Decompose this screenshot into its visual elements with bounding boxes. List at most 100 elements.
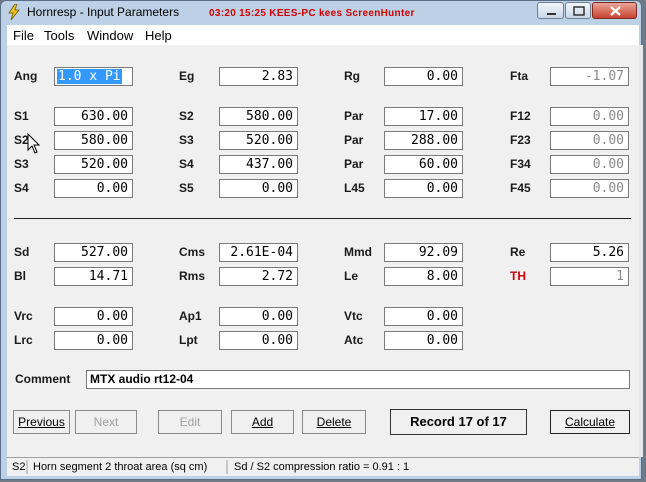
param-field-ap1[interactable]: 0.00 [219, 307, 298, 326]
param-field-s1[interactable]: 630.00 [54, 107, 133, 126]
param-field-th[interactable]: 1 [550, 267, 629, 286]
delete-button[interactable]: Delete [302, 410, 366, 434]
close-icon [610, 6, 621, 16]
param-label-rg: Rg [344, 69, 360, 83]
param-label-atc: Atc [344, 333, 364, 347]
param-field-s3[interactable]: 520.00 [54, 155, 133, 174]
param-field-par[interactable]: 60.00 [384, 155, 463, 174]
param-label-par: Par [344, 157, 364, 171]
param-label-f23: F23 [510, 133, 531, 147]
menu-window[interactable]: Window [87, 28, 133, 43]
param-label-s3: S3 [179, 133, 194, 147]
param-field-eg[interactable]: 2.83 [219, 67, 298, 86]
param-field-rms[interactable]: 2.72 [219, 267, 298, 286]
param-label-re: Re [510, 245, 526, 259]
comment-field[interactable]: MTX audio rt12-04 [86, 370, 630, 389]
record-indicator: Record 17 of 17 [390, 409, 527, 435]
param-field-ang[interactable]: 1.0 x Pi [54, 67, 133, 86]
param-label-bl: Bl [14, 269, 26, 283]
param-label-le: Le [344, 269, 359, 283]
main-window: Hornresp - Input Parameters 03:20 15:25 … [0, 0, 643, 480]
param-field-sd[interactable]: 527.00 [54, 243, 133, 262]
minimize-icon [547, 13, 556, 15]
calculate-button[interactable]: Calculate [550, 410, 630, 434]
maximize-button[interactable] [565, 2, 591, 19]
calculate-label: Calculate [564, 415, 616, 429]
param-label-rms: Rms [179, 269, 206, 283]
param-field-s3[interactable]: 520.00 [219, 131, 298, 150]
param-field-f23[interactable]: 0.00 [550, 131, 629, 150]
param-field-vtc[interactable]: 0.00 [384, 307, 463, 326]
next-label: Next [93, 415, 119, 429]
param-label-eg: Eg [179, 69, 195, 83]
param-field-vrc[interactable]: 0.00 [54, 307, 133, 326]
param-label-s1: S1 [14, 109, 29, 123]
param-field-lpt[interactable]: 0.00 [219, 331, 298, 350]
menu-tools[interactable]: Tools [44, 28, 74, 43]
param-label-cms: Cms [179, 245, 206, 259]
param-label-par: Par [344, 133, 364, 147]
menu-help[interactable]: Help [145, 28, 172, 43]
menu-bar: File Tools Window Help [7, 25, 639, 45]
screen-capture-overlay-text: 03:20 15:25 KEES-PC kees ScreenHunter [209, 8, 415, 19]
param-field-fta[interactable]: -1.07 [550, 67, 629, 86]
status-field-name: S2 [12, 461, 26, 473]
param-field-mmd[interactable]: 92.09 [384, 243, 463, 262]
param-label-ang: Ang [14, 69, 38, 83]
param-field-s2[interactable]: 580.00 [54, 131, 133, 150]
param-field-re[interactable]: 5.26 [550, 243, 629, 262]
menu-file[interactable]: File [13, 28, 34, 43]
section-divider [14, 218, 631, 219]
comment-label: Comment [15, 372, 71, 386]
status-ratio: Sd / S2 compression ratio = 0.91 : 1 [234, 461, 410, 473]
status-bar: S2 Horn segment 2 throat area (sq cm) Sd… [7, 457, 639, 476]
input-parameters-panel: Ang 1.0 x Pi Eg 2.83 Rg 0.00 Fta -1.07 S1 630.00 S… [7, 45, 639, 457]
param-field-s4[interactable]: 0.00 [54, 179, 133, 198]
param-field-lrc[interactable]: 0.00 [54, 331, 133, 350]
edit-button[interactable]: Edit [158, 410, 222, 434]
scrollbar[interactable] [639, 45, 643, 457]
param-field-s2[interactable]: 580.00 [219, 107, 298, 126]
delete-label: Delete [316, 415, 352, 429]
param-label-s5: S5 [179, 181, 194, 195]
param-label-s4: S4 [14, 181, 29, 195]
param-field-s4[interactable]: 437.00 [219, 155, 298, 174]
param-label-f12: F12 [510, 109, 531, 123]
param-field-par[interactable]: 288.00 [384, 131, 463, 150]
next-button[interactable]: Next [75, 410, 137, 434]
param-label-s4: S4 [179, 157, 194, 171]
param-field-f34[interactable]: 0.00 [550, 155, 629, 174]
mouse-cursor-icon [27, 133, 41, 154]
previous-button[interactable]: Previous [13, 410, 70, 434]
param-label-vrc: Vrc [14, 309, 33, 323]
param-field-l45[interactable]: 0.00 [384, 179, 463, 198]
param-label-lrc: Lrc [14, 333, 33, 347]
previous-label: Previous [18, 415, 65, 429]
param-label-par: Par [344, 109, 364, 123]
param-label-lpt: Lpt [179, 333, 198, 347]
param-field-bl[interactable]: 14.71 [54, 267, 133, 286]
param-field-le[interactable]: 8.00 [384, 267, 463, 286]
param-field-rg[interactable]: 0.00 [384, 67, 463, 86]
param-label-fta: Fta [510, 69, 528, 83]
status-description: Horn segment 2 throat area (sq cm) [33, 461, 208, 473]
param-field-par[interactable]: 17.00 [384, 107, 463, 126]
add-button[interactable]: Add [231, 410, 294, 434]
param-label-ap1: Ap1 [179, 309, 202, 323]
param-label-mmd: Mmd [344, 245, 372, 259]
param-field-atc[interactable]: 0.00 [384, 331, 463, 350]
param-label-f34: F34 [510, 157, 531, 171]
param-label-f45: F45 [510, 181, 531, 195]
window-title: Hornresp - Input Parameters [27, 5, 180, 19]
param-field-s5[interactable]: 0.00 [219, 179, 298, 198]
edit-label: Edit [179, 415, 201, 429]
param-field-cms[interactable]: 2.61E-04 [219, 243, 298, 262]
selected-text: 1.0 x Pi [57, 69, 122, 84]
param-field-f12[interactable]: 0.00 [550, 107, 629, 126]
minimize-button[interactable] [537, 2, 564, 19]
title-bar[interactable]: Hornresp - Input Parameters 03:20 15:25 … [1, 1, 641, 23]
close-button[interactable] [592, 2, 637, 19]
param-field-f45[interactable]: 0.00 [550, 179, 629, 198]
maximize-icon [573, 6, 585, 16]
param-label-vtc: Vtc [344, 309, 363, 323]
